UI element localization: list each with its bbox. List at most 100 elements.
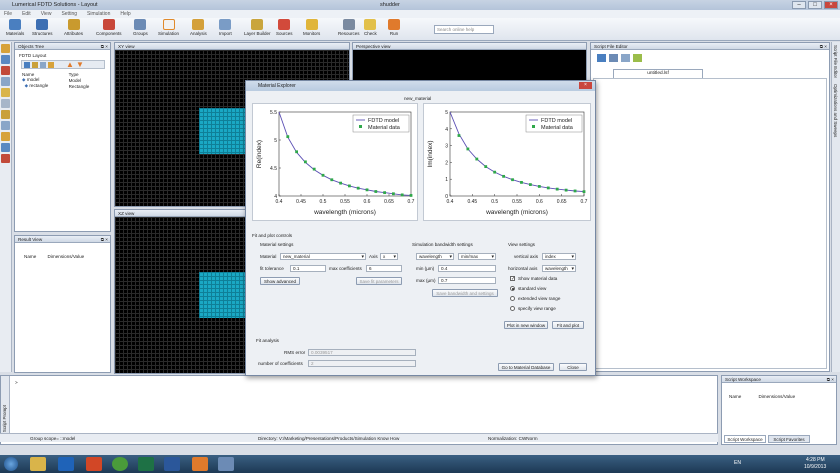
save-file-icon[interactable] bbox=[621, 54, 630, 62]
fit-and-plot-button[interactable]: Fit and plot bbox=[552, 321, 584, 329]
sources-button[interactable]: Sources bbox=[276, 19, 293, 36]
maximize-button[interactable]: □ bbox=[808, 1, 822, 9]
plot-new-window-button[interactable]: Plot in new window bbox=[504, 321, 548, 329]
tab-script-workspace[interactable]: Script Workspace bbox=[724, 435, 766, 443]
max-coefficients-input[interactable]: 6 bbox=[366, 265, 402, 272]
bandwidth-unit-select[interactable]: wavelength bbox=[416, 253, 454, 260]
menu-help[interactable]: Help bbox=[120, 11, 130, 17]
app-icon[interactable] bbox=[218, 457, 234, 471]
tree-row-rectangle[interactable]: ◆ rectangle Rectangle bbox=[21, 83, 105, 89]
structures-button[interactable]: Structures bbox=[32, 19, 53, 36]
save-fit-button[interactable]: Save fit parameters bbox=[356, 277, 402, 285]
zoom-tool-icon[interactable] bbox=[1, 88, 10, 97]
fit-tolerance-input[interactable]: 0.1 bbox=[290, 265, 326, 272]
close-window-button[interactable]: × bbox=[824, 1, 838, 9]
edit-icon[interactable] bbox=[40, 62, 46, 68]
explorer-icon[interactable] bbox=[30, 457, 46, 471]
x-tick-label: 0.65 bbox=[557, 199, 567, 205]
tab-untitled[interactable]: untitled.lsf bbox=[613, 69, 703, 78]
grid-tool-icon[interactable] bbox=[1, 132, 10, 141]
clock-date[interactable]: 10/9/2013 bbox=[804, 464, 826, 470]
go-to-database-button[interactable]: Go to Material Database bbox=[498, 363, 554, 371]
dialog-close-icon[interactable]: × bbox=[579, 82, 592, 89]
layout-tool-icon[interactable] bbox=[1, 143, 10, 152]
horizontal-axis-select[interactable]: wavelength bbox=[542, 265, 576, 272]
move-tool-icon[interactable] bbox=[1, 55, 10, 64]
word-icon[interactable] bbox=[164, 457, 180, 471]
attributes-button[interactable]: Attributes bbox=[64, 19, 83, 36]
material-select[interactable]: new_material bbox=[280, 253, 366, 260]
y-tick-label: 0 bbox=[445, 194, 448, 200]
group-icon[interactable] bbox=[48, 62, 54, 68]
y-axis-label: Im(index) bbox=[427, 140, 434, 167]
materials-button[interactable]: Materials bbox=[6, 19, 24, 36]
max-wavelength-input[interactable]: 0.7 bbox=[438, 277, 496, 284]
material-data-point bbox=[321, 173, 325, 177]
close-button[interactable]: Close bbox=[559, 363, 587, 371]
script-text-area[interactable] bbox=[593, 78, 827, 369]
layer-builder-button[interactable]: Layer Builder bbox=[244, 19, 271, 36]
components-button[interactable]: Components bbox=[96, 19, 122, 36]
re-index-plot: 0.4 0.45 0.5 0.55 0.6 0.65 0.744.555.5waveleng… bbox=[256, 110, 415, 216]
menu-view[interactable]: View bbox=[41, 11, 52, 17]
language-indicator[interactable]: EN bbox=[734, 460, 741, 466]
workspace-table: Name Dimensions/Value bbox=[729, 394, 796, 399]
lumerical-icon[interactable] bbox=[192, 457, 208, 471]
panel-close-icon[interactable]: ⧉ × bbox=[820, 43, 827, 50]
tab-optimizations[interactable]: Optimizations and Sweeps bbox=[832, 81, 839, 140]
view-tool-icon[interactable] bbox=[1, 121, 10, 130]
excel-icon[interactable] bbox=[138, 457, 154, 471]
menu-setting[interactable]: Setting bbox=[61, 11, 77, 17]
min-wavelength-input[interactable]: 0.4 bbox=[438, 265, 496, 272]
analysis-button[interactable]: Analysis bbox=[190, 19, 207, 36]
run-script-icon[interactable] bbox=[633, 54, 642, 62]
bandwidth-mode-select[interactable]: min/max bbox=[458, 253, 496, 260]
run-button[interactable]: Run bbox=[388, 19, 400, 36]
resources-button[interactable]: Resources bbox=[338, 19, 360, 36]
taskbar: EN 4:28 PM 10/9/2013 bbox=[0, 455, 840, 473]
move-up-icon[interactable]: ▲ bbox=[66, 60, 74, 69]
import-button[interactable]: Import bbox=[219, 19, 232, 36]
show-material-checkbox[interactable]: ✓ bbox=[510, 276, 515, 282]
show-advanced-button[interactable]: Show advanced bbox=[260, 277, 300, 285]
groups-button[interactable]: Groups bbox=[133, 19, 148, 36]
move-down-icon[interactable]: ▼ bbox=[76, 60, 84, 69]
open-file-icon[interactable] bbox=[609, 54, 618, 62]
simulation-button[interactable]: Simulation bbox=[158, 19, 179, 36]
pan-tool-icon[interactable] bbox=[1, 99, 10, 108]
arrow-tool-icon[interactable] bbox=[1, 77, 10, 86]
menu-simulation[interactable]: Simulation bbox=[87, 11, 110, 17]
chrome-icon[interactable] bbox=[112, 457, 128, 471]
panel-close-icon[interactable]: ⧉ × bbox=[101, 43, 108, 50]
tab-script-file-editor[interactable]: Script File Editor bbox=[832, 42, 839, 81]
panel-close-icon[interactable]: ⧉ × bbox=[101, 236, 108, 243]
axis-select[interactable]: x bbox=[380, 253, 398, 260]
search-input[interactable]: Search online help bbox=[434, 25, 494, 34]
save-bandwidth-button[interactable]: Save bandwidth and settings bbox=[432, 289, 498, 297]
add-icon[interactable] bbox=[24, 62, 30, 68]
delete-tool-icon[interactable] bbox=[1, 66, 10, 75]
vertical-axis-select[interactable]: index bbox=[542, 253, 576, 260]
panel-close-icon[interactable]: ⧉ × bbox=[827, 376, 834, 383]
new-file-icon[interactable] bbox=[597, 54, 606, 62]
structures-icon bbox=[36, 19, 49, 30]
check-button[interactable]: Check bbox=[364, 19, 377, 36]
menu-edit[interactable]: Edit bbox=[22, 11, 31, 17]
tab-script-favorites[interactable]: Script Favorites bbox=[768, 435, 810, 443]
start-icon[interactable] bbox=[4, 457, 18, 471]
select-tool-icon[interactable] bbox=[1, 44, 10, 53]
outlook-icon[interactable] bbox=[58, 457, 74, 471]
menu-file[interactable]: File bbox=[4, 11, 12, 17]
copy-icon[interactable] bbox=[32, 62, 38, 68]
legend-label-data: Material data bbox=[368, 125, 401, 131]
clock-time[interactable]: 4:28 PM bbox=[806, 457, 825, 463]
monitors-button[interactable]: Monitors bbox=[303, 19, 320, 36]
radio-specify-view[interactable] bbox=[510, 306, 515, 311]
powerpoint-icon[interactable] bbox=[86, 457, 102, 471]
radio-extended-view[interactable] bbox=[510, 296, 515, 301]
rotate-tool-icon[interactable] bbox=[1, 110, 10, 119]
radio-standard-view[interactable] bbox=[510, 286, 515, 291]
sources-icon bbox=[278, 19, 291, 30]
chart-tool-icon[interactable] bbox=[1, 154, 10, 163]
minimize-button[interactable]: – bbox=[792, 1, 806, 9]
